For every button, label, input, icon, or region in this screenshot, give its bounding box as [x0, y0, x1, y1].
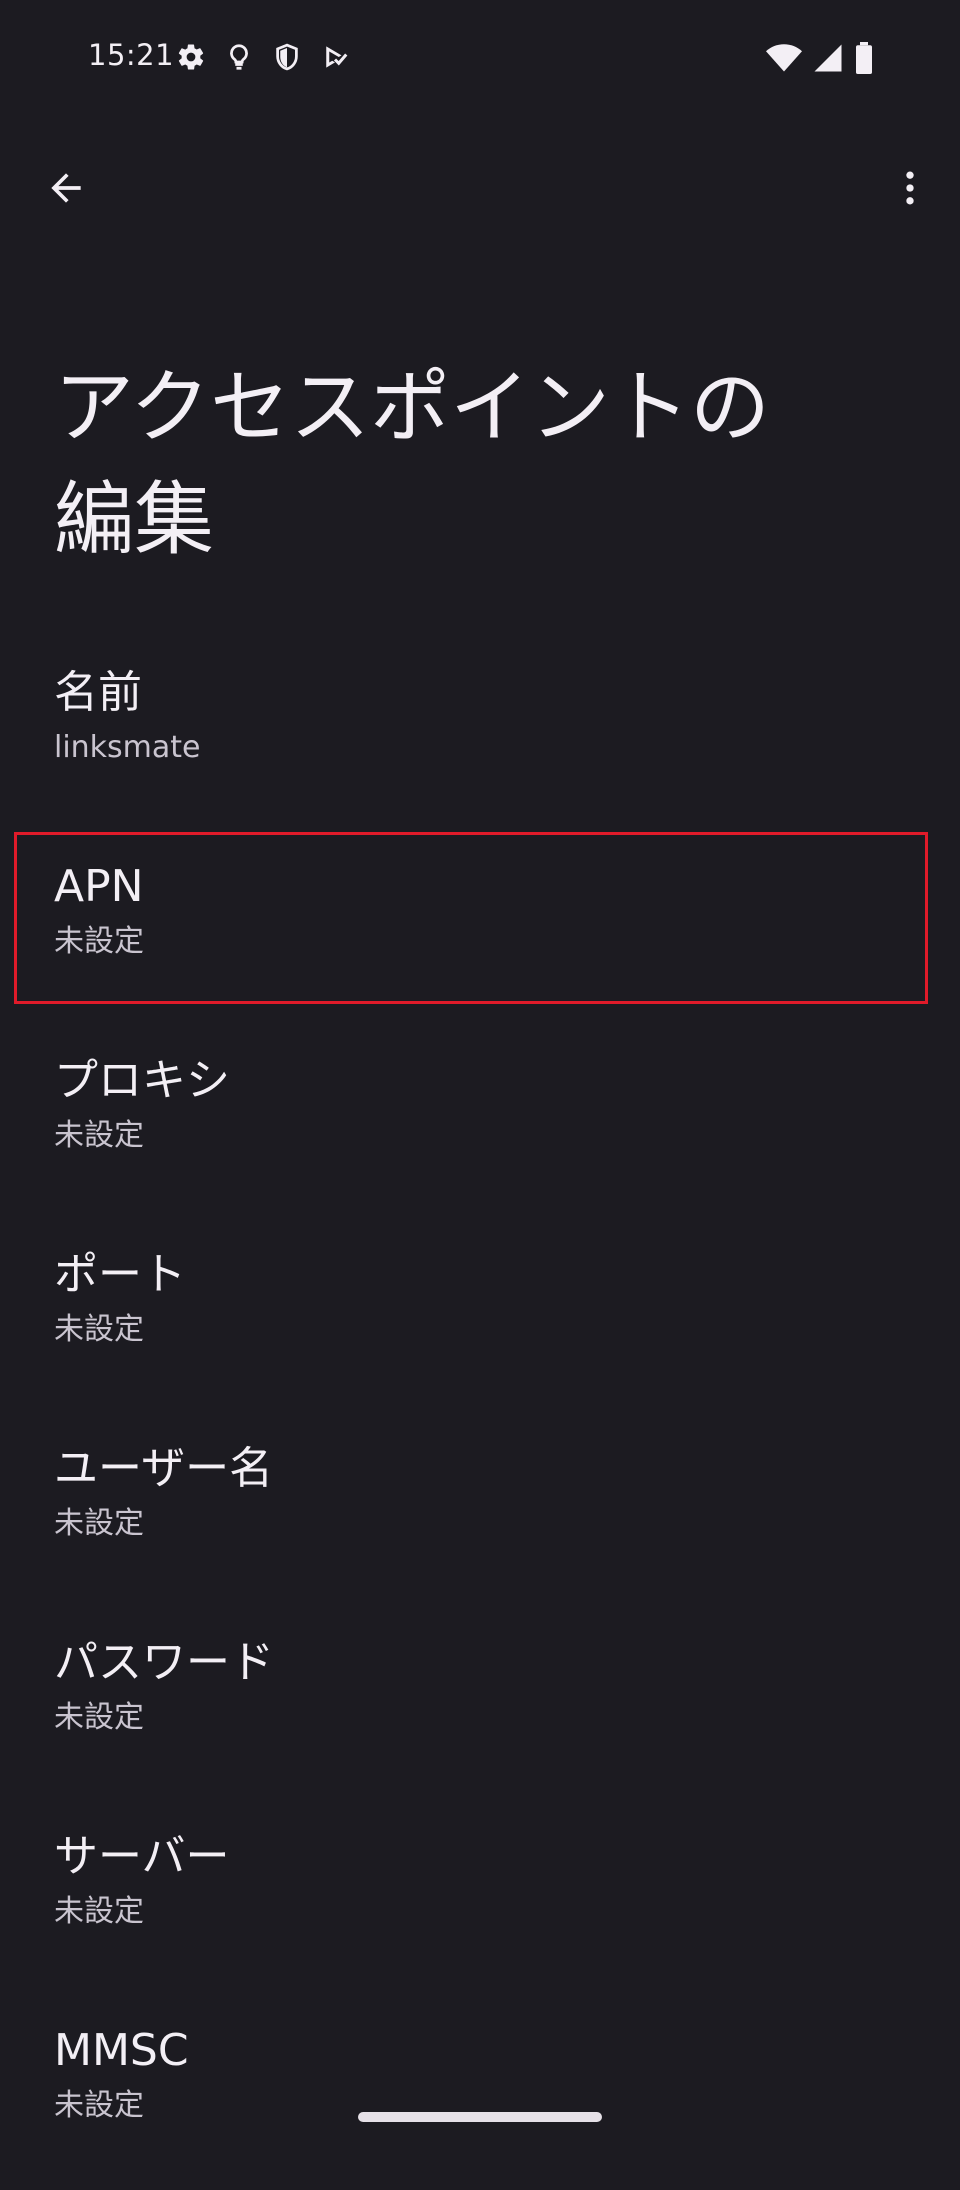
setting-title: APN: [54, 861, 144, 912]
shield-icon: [276, 43, 298, 71]
setting-title: 名前: [54, 667, 142, 718]
setting-title: ポート: [54, 1249, 186, 1300]
setting-mmsc[interactable]: MMSC 未設定: [0, 1996, 960, 2190]
setting-port[interactable]: ポート 未設定: [0, 1220, 960, 1414]
page-title-line2: 編集: [54, 473, 214, 566]
page-title: アクセスポイントの 編集: [54, 352, 894, 576]
setting-title: サーバー: [54, 1831, 230, 1882]
setting-title: MMSC: [54, 2025, 189, 2076]
setting-summary: 未設定: [54, 1118, 144, 1153]
gesture-nav-handle[interactable]: [358, 2112, 602, 2122]
setting-password[interactable]: パスワード 未設定: [0, 1608, 960, 1802]
setting-summary: 未設定: [54, 1312, 144, 1347]
setting-summary: 未設定: [54, 1700, 144, 1735]
setting-title: パスワード: [54, 1637, 274, 1688]
wifi-icon: [766, 44, 802, 72]
setting-summary: 未設定: [54, 1506, 144, 1541]
page-title-line1: アクセスポイントの: [54, 361, 770, 454]
app-bar: [0, 140, 960, 240]
setting-proxy[interactable]: プロキシ 未設定: [0, 1026, 960, 1220]
arrow-back-icon: [51, 173, 81, 203]
battery-icon: [856, 42, 872, 74]
settings-icon: [178, 44, 204, 70]
status-time: 15:21: [88, 38, 175, 72]
setting-title: プロキシ: [54, 1055, 230, 1106]
cell-signal-icon: [814, 44, 842, 72]
settings-list: 名前 linksmate APN 未設定 プロキシ 未設定 ポート 未設定 ユー…: [0, 638, 960, 2190]
more-options-button[interactable]: [874, 152, 946, 224]
setting-summary: 未設定: [54, 924, 144, 959]
setting-summary: 未設定: [54, 1894, 144, 1929]
lightbulb-icon: [230, 44, 248, 70]
play-check-icon: [326, 46, 348, 68]
setting-summary: linksmate: [54, 730, 201, 765]
status-icons-right: [766, 42, 874, 74]
setting-server[interactable]: サーバー 未設定: [0, 1802, 960, 1996]
setting-username[interactable]: ユーザー名 未設定: [0, 1414, 960, 1608]
status-icons-left: [176, 42, 350, 72]
back-button[interactable]: [30, 152, 102, 224]
setting-title: ユーザー名: [54, 1443, 274, 1494]
setting-apn[interactable]: APN 未設定: [14, 832, 928, 1004]
status-bar: 15:21: [0, 0, 960, 118]
setting-name[interactable]: 名前 linksmate: [0, 638, 960, 832]
more-vert-icon: [906, 171, 914, 205]
